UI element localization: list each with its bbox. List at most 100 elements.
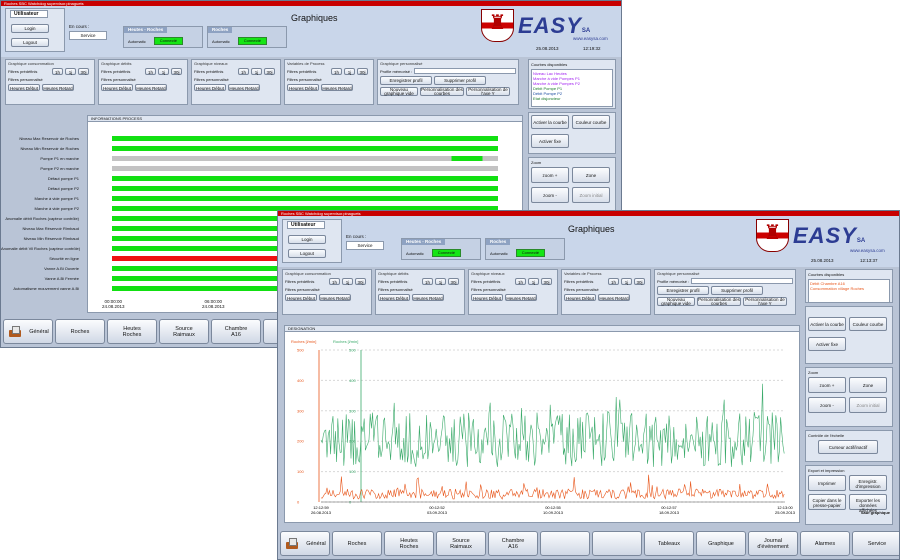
end-time-button[interactable]: Heures Retard bbox=[505, 294, 537, 301]
cursor-toggle-button[interactable]: Curseur actif/inactif bbox=[818, 440, 878, 454]
nav-button-empty-6[interactable] bbox=[592, 531, 642, 556]
login-button[interactable]: Login bbox=[11, 24, 49, 33]
login-button[interactable]: Login bbox=[288, 235, 326, 244]
filter-1j-button[interactable]: 1j bbox=[621, 278, 632, 285]
start-time-button[interactable]: Heures Début bbox=[8, 84, 40, 91]
activate-fixed-button[interactable]: Activer fixe bbox=[531, 134, 569, 148]
end-time-button[interactable]: Heures Retard bbox=[321, 84, 353, 91]
nav-button-g-n-ral[interactable]: Général bbox=[3, 319, 53, 344]
list-item[interactable]: Etat disjoncteur bbox=[533, 96, 611, 101]
filter-1h-button[interactable]: 1h bbox=[52, 68, 63, 75]
filter-30j-button[interactable]: 30j bbox=[448, 278, 459, 285]
zoom-in-button[interactable]: zoom + bbox=[808, 377, 846, 393]
start-time-button[interactable]: Heures Début bbox=[287, 84, 319, 91]
end-time-button[interactable]: Heures Retard bbox=[228, 84, 260, 91]
curve-color-button[interactable]: Couleur courbe bbox=[572, 115, 610, 129]
filter-30j-button[interactable]: 30j bbox=[264, 68, 275, 75]
start-time-button[interactable]: Heures Début bbox=[471, 294, 503, 301]
filter-30j-button[interactable]: 30j bbox=[634, 278, 645, 285]
panel-process: Variables de Process Filtres prédéfinis 1… bbox=[561, 269, 651, 315]
filter-30j-button[interactable]: 30j bbox=[171, 68, 182, 75]
courbes-list[interactable]: Débit Chambre A16 Consommation village R… bbox=[808, 279, 890, 303]
delete-profile-button[interactable]: Supprimer profil bbox=[434, 76, 486, 85]
nav-button-tableaux[interactable]: Tableaux bbox=[644, 531, 694, 556]
profile-select[interactable] bbox=[414, 68, 516, 74]
nav-button-empty-5[interactable] bbox=[540, 531, 590, 556]
start-time-button[interactable]: Heures Début bbox=[564, 294, 596, 301]
filter-1j-button[interactable]: 1j bbox=[251, 68, 262, 75]
nav-button-chambre-a16[interactable]: Chambre A16 bbox=[488, 531, 538, 556]
export-data-button[interactable]: Exporter les données affichées bbox=[849, 494, 887, 513]
nav-button-journal-d-v-nement[interactable]: Journal d'événement bbox=[748, 531, 798, 556]
filter-30j-button[interactable]: 30j bbox=[541, 278, 552, 285]
nav-button-heutes-roches[interactable]: Heutes Roches bbox=[107, 319, 157, 344]
courbes-list[interactable]: Niveau Lac Heutes Marche à vide Pompes P… bbox=[531, 69, 613, 107]
new-graph-button[interactable]: Nouveau graphique vide bbox=[657, 297, 695, 306]
customize-curves-button[interactable]: Personnalisation des courbes bbox=[697, 297, 741, 306]
nav-button-roches[interactable]: Roches bbox=[332, 531, 382, 556]
filter-30j-button[interactable]: 30j bbox=[355, 278, 366, 285]
end-time-button[interactable]: Heures Retard bbox=[412, 294, 444, 301]
nav-button-chambre-a16[interactable]: Chambre A16 bbox=[211, 319, 261, 344]
filter-1j-button[interactable]: 1j bbox=[342, 278, 353, 285]
end-time-button[interactable]: Heures Retard bbox=[135, 84, 167, 91]
filter-30j-button[interactable]: 30j bbox=[357, 68, 368, 75]
nav-button-g-n-ral[interactable]: Général bbox=[280, 531, 330, 556]
customize-y-axis-button[interactable]: Personnalisation de l'axe Y bbox=[743, 297, 787, 306]
start-time-button[interactable]: Heures Début bbox=[194, 84, 226, 91]
list-item[interactable]: Consommation village Roches bbox=[810, 286, 888, 291]
curve-color-button[interactable]: Couleur courbe bbox=[849, 317, 887, 331]
filter-1j-button[interactable]: 1j bbox=[158, 68, 169, 75]
activate-fixed-button[interactable]: Activer fixe bbox=[808, 337, 846, 351]
zoom-reset-button[interactable]: Zoom initial bbox=[572, 187, 610, 203]
end-time-button[interactable]: Heures Retard bbox=[42, 84, 74, 91]
filter-1h-button[interactable]: 1h bbox=[238, 68, 249, 75]
end-time-button[interactable]: Heures Retard bbox=[598, 294, 630, 301]
mode-box-roches: Roches Automatic Connecté bbox=[207, 26, 287, 48]
filter-1h-button[interactable]: 1h bbox=[608, 278, 619, 285]
zoom-in-button[interactable]: zoom + bbox=[531, 167, 569, 183]
zoom-zone-button[interactable]: Zone bbox=[572, 167, 610, 183]
save-profile-button[interactable]: Enregistrer profil bbox=[657, 286, 709, 295]
filter-1j-button[interactable]: 1j bbox=[528, 278, 539, 285]
logout-button[interactable]: Logout bbox=[288, 249, 326, 258]
filter-1h-button[interactable]: 1h bbox=[331, 68, 342, 75]
flow-chart[interactable]: 50050040040030030020020010010000Roches [… bbox=[285, 332, 799, 523]
zoom-reset-button[interactable]: Zoom initial bbox=[849, 397, 887, 413]
nav-button-service[interactable]: Service bbox=[852, 531, 899, 556]
nav-button-source-raimaux[interactable]: Source Raimaux bbox=[159, 319, 209, 344]
delete-profile-button[interactable]: Supprimer profil bbox=[711, 286, 763, 295]
nav-button-heutes-roches[interactable]: Heutes Roches bbox=[384, 531, 434, 556]
end-time-button[interactable]: Heures Retard bbox=[319, 294, 351, 301]
profile-select[interactable] bbox=[691, 278, 793, 284]
activate-curve-button[interactable]: Activer la courbe bbox=[531, 115, 569, 129]
filter-1h-button[interactable]: 1h bbox=[145, 68, 156, 75]
start-time-button[interactable]: Heures Début bbox=[101, 84, 133, 91]
nav-button-graphique[interactable]: Graphique bbox=[696, 531, 746, 556]
print-setup-button[interactable]: Enregistr. d'impression bbox=[849, 475, 887, 491]
copy-clipboard-button[interactable]: Copier dans le presse-papier bbox=[808, 494, 846, 510]
filter-1j-button[interactable]: 1j bbox=[344, 68, 355, 75]
zoom-out-button[interactable]: zoom - bbox=[531, 187, 569, 203]
new-graph-button[interactable]: Nouveau graphique vide bbox=[380, 87, 418, 96]
start-time-button[interactable]: Heures Début bbox=[285, 294, 317, 301]
filter-1j-button[interactable]: 1j bbox=[65, 68, 76, 75]
zoom-out-button[interactable]: zoom - bbox=[808, 397, 846, 413]
filter-1j-button[interactable]: 1j bbox=[435, 278, 446, 285]
filter-30j-button[interactable]: 30j bbox=[78, 68, 89, 75]
nav-button-alarmes[interactable]: Alarmes bbox=[800, 531, 850, 556]
start-time-button[interactable]: Heures Début bbox=[378, 294, 410, 301]
nav-button-roches[interactable]: Roches bbox=[55, 319, 105, 344]
customize-y-axis-button[interactable]: Personnalisation de l'axe Y bbox=[466, 87, 510, 96]
customize-curves-button[interactable]: Personnalisation des courbes bbox=[420, 87, 464, 96]
filter-1h-button[interactable]: 1h bbox=[329, 278, 340, 285]
filter-1h-button[interactable]: 1h bbox=[422, 278, 433, 285]
save-profile-button[interactable]: Enregistrer profil bbox=[380, 76, 432, 85]
logout-button[interactable]: Logout bbox=[11, 38, 49, 47]
filter-1h-button[interactable]: 1h bbox=[515, 278, 526, 285]
nav-button-source-raimaux[interactable]: Source Raimaux bbox=[436, 531, 486, 556]
zoom-zone-button[interactable]: Zone bbox=[849, 377, 887, 393]
activate-curve-button[interactable]: Activer la courbe bbox=[808, 317, 846, 331]
bottom-nav: Général Roches Heutes Roches Source Raimaux… bbox=[278, 529, 899, 559]
print-button[interactable]: Imprimer bbox=[808, 475, 846, 491]
